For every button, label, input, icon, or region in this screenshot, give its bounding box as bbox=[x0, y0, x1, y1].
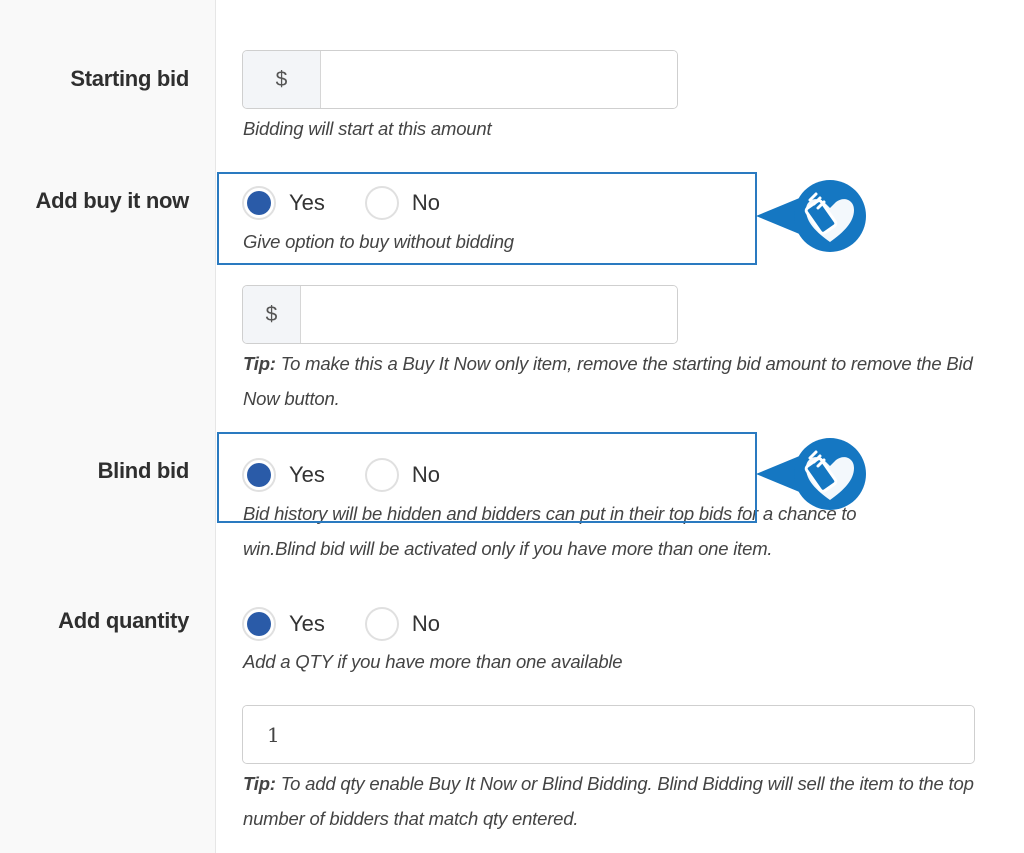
blind-bid-yes-radio[interactable] bbox=[242, 458, 276, 492]
blind-bid-radio-group: Yes No bbox=[242, 458, 480, 492]
hand-heart-icon bbox=[756, 438, 866, 510]
quantity-input-group bbox=[242, 705, 975, 764]
quantity-label: Add quantity bbox=[58, 608, 189, 633]
buy-it-now-label: Add buy it now bbox=[35, 188, 190, 213]
buy-it-now-yes-radio[interactable] bbox=[242, 186, 276, 220]
tip-prefix: Tip: bbox=[243, 773, 276, 794]
blind-bid-yes-label[interactable]: Yes bbox=[289, 462, 325, 488]
quantity-radio-group: Yes No bbox=[242, 607, 480, 641]
currency-addon: $ bbox=[243, 51, 321, 108]
buy-it-now-no-label[interactable]: No bbox=[412, 190, 440, 216]
tip-text: To add qty enable Buy It Now or Blind Bi… bbox=[243, 773, 974, 829]
quantity-no-label[interactable]: No bbox=[412, 611, 440, 637]
quantity-no-radio[interactable] bbox=[364, 607, 399, 641]
currency-addon: $ bbox=[243, 286, 301, 343]
quantity-yes-radio[interactable] bbox=[242, 607, 276, 641]
blind-bid-label: Blind bid bbox=[97, 458, 190, 483]
buy-it-now-tip: Tip: To make this a Buy It Now only item… bbox=[243, 346, 973, 416]
buy-it-now-yes-label[interactable]: Yes bbox=[289, 190, 325, 216]
blind-bid-no-label[interactable]: No bbox=[412, 462, 440, 488]
label-column bbox=[0, 0, 216, 853]
buy-it-now-radio-group: Yes No bbox=[242, 186, 480, 220]
starting-bid-input[interactable] bbox=[321, 51, 677, 108]
quantity-help: Add a QTY if you have more than one avai… bbox=[243, 651, 623, 672]
buy-it-now-price-input-group: $ bbox=[242, 285, 678, 344]
starting-bid-help: Bidding will start at this amount bbox=[243, 118, 492, 139]
buy-it-now-no-radio[interactable] bbox=[364, 186, 399, 220]
quantity-tip: Tip: To add qty enable Buy It Now or Bli… bbox=[243, 766, 983, 836]
quantity-input[interactable] bbox=[243, 706, 974, 763]
starting-bid-label: Starting bid bbox=[70, 66, 189, 91]
tip-prefix: Tip: bbox=[243, 353, 276, 374]
blind-bid-no-radio[interactable] bbox=[364, 458, 399, 492]
quantity-yes-label[interactable]: Yes bbox=[289, 611, 325, 637]
buy-it-now-help: Give option to buy without bidding bbox=[243, 231, 514, 252]
hand-heart-icon bbox=[756, 180, 866, 252]
tip-text: To make this a Buy It Now only item, rem… bbox=[243, 353, 973, 409]
buy-it-now-price-input[interactable] bbox=[301, 286, 677, 343]
starting-bid-input-group: $ bbox=[242, 50, 678, 109]
